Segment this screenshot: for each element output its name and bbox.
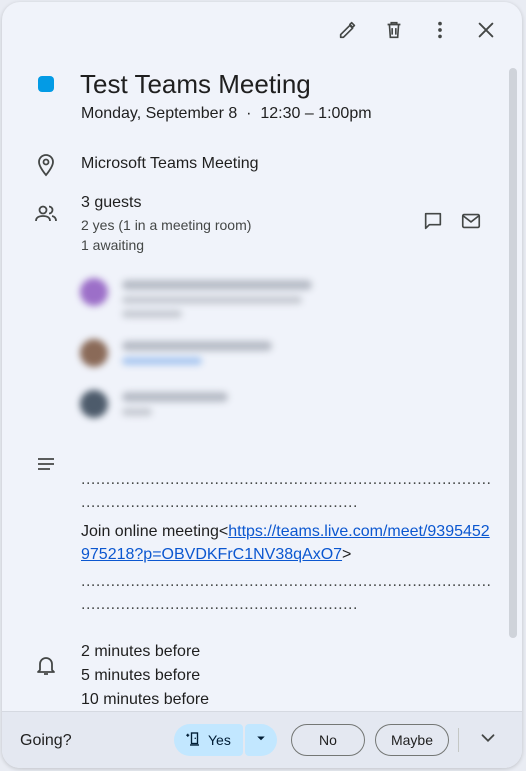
description-separator: ........................................…	[81, 494, 358, 511]
guest-awaiting-count: 1 awaiting	[81, 237, 145, 253]
event-color-swatch	[38, 76, 54, 92]
event-location: Microsoft Teams Meeting	[81, 155, 259, 172]
email-guests-button[interactable]	[458, 210, 484, 236]
event-details-card: Test Teams Meeting Monday, September 8 ·…	[2, 2, 522, 768]
rsvp-no-button[interactable]: No	[291, 724, 365, 756]
meeting-room-icon	[184, 730, 202, 751]
rsvp-maybe-button[interactable]: Maybe	[375, 724, 449, 756]
rsvp-yes-label: Yes	[208, 732, 231, 748]
rsvp-label: Going?	[20, 732, 72, 749]
edit-button[interactable]	[332, 16, 364, 48]
rsvp-divider	[458, 728, 459, 752]
guest-row[interactable]	[80, 390, 228, 418]
chat-guests-button[interactable]	[420, 210, 446, 236]
reminder-item: 2 minutes before	[81, 643, 201, 660]
avatar	[80, 278, 108, 306]
guest-info	[122, 390, 228, 418]
event-toolbar	[332, 16, 502, 48]
chat-icon	[422, 210, 444, 237]
guest-row[interactable]	[80, 339, 272, 367]
guest-yes-count: 2 yes (1 in a meeting room)	[81, 217, 252, 233]
rsvp-yes-dropdown[interactable]	[244, 724, 277, 756]
more-options-button[interactable]	[424, 16, 456, 48]
avatar	[80, 339, 108, 367]
guests-icon	[34, 202, 58, 226]
rsvp-yes-button[interactable]: Yes	[174, 724, 243, 756]
rsvp-yes-group: Yes	[174, 724, 277, 756]
chevron-down-icon	[477, 727, 499, 754]
description-separator: ........................................…	[81, 471, 491, 488]
rsvp-expand-button[interactable]	[474, 726, 502, 754]
guest-row[interactable]	[80, 278, 312, 318]
scrollbar[interactable]	[509, 68, 517, 638]
pencil-icon	[337, 19, 359, 46]
location-icon	[34, 153, 58, 177]
email-icon	[460, 210, 482, 237]
reminder-item: 5 minutes before	[81, 667, 201, 684]
description-icon	[34, 452, 58, 476]
bell-icon	[34, 653, 58, 677]
more-vert-icon	[429, 19, 451, 46]
description-separator: ........................................…	[81, 596, 358, 613]
event-title: Test Teams Meeting	[80, 69, 311, 99]
guest-actions	[420, 210, 484, 236]
event-description: ........................................…	[81, 468, 491, 616]
avatar	[80, 390, 108, 418]
guest-info	[122, 339, 272, 367]
rsvp-bar: Going? Yes No Maybe	[2, 711, 522, 768]
close-icon	[475, 19, 497, 46]
close-button[interactable]	[470, 16, 502, 48]
trash-icon	[383, 19, 405, 46]
join-meeting-text: Join online meeting<https://teams.live.c…	[81, 523, 490, 563]
description-separator: ........................................…	[81, 573, 491, 590]
event-datetime: Monday, September 8 · 12:30 – 1:00pm	[81, 105, 372, 122]
caret-down-icon	[252, 729, 270, 752]
guest-count[interactable]: 3 guests	[81, 194, 141, 212]
reminder-item: 10 minutes before	[81, 691, 210, 708]
delete-button[interactable]	[378, 16, 410, 48]
guest-info	[122, 278, 312, 318]
